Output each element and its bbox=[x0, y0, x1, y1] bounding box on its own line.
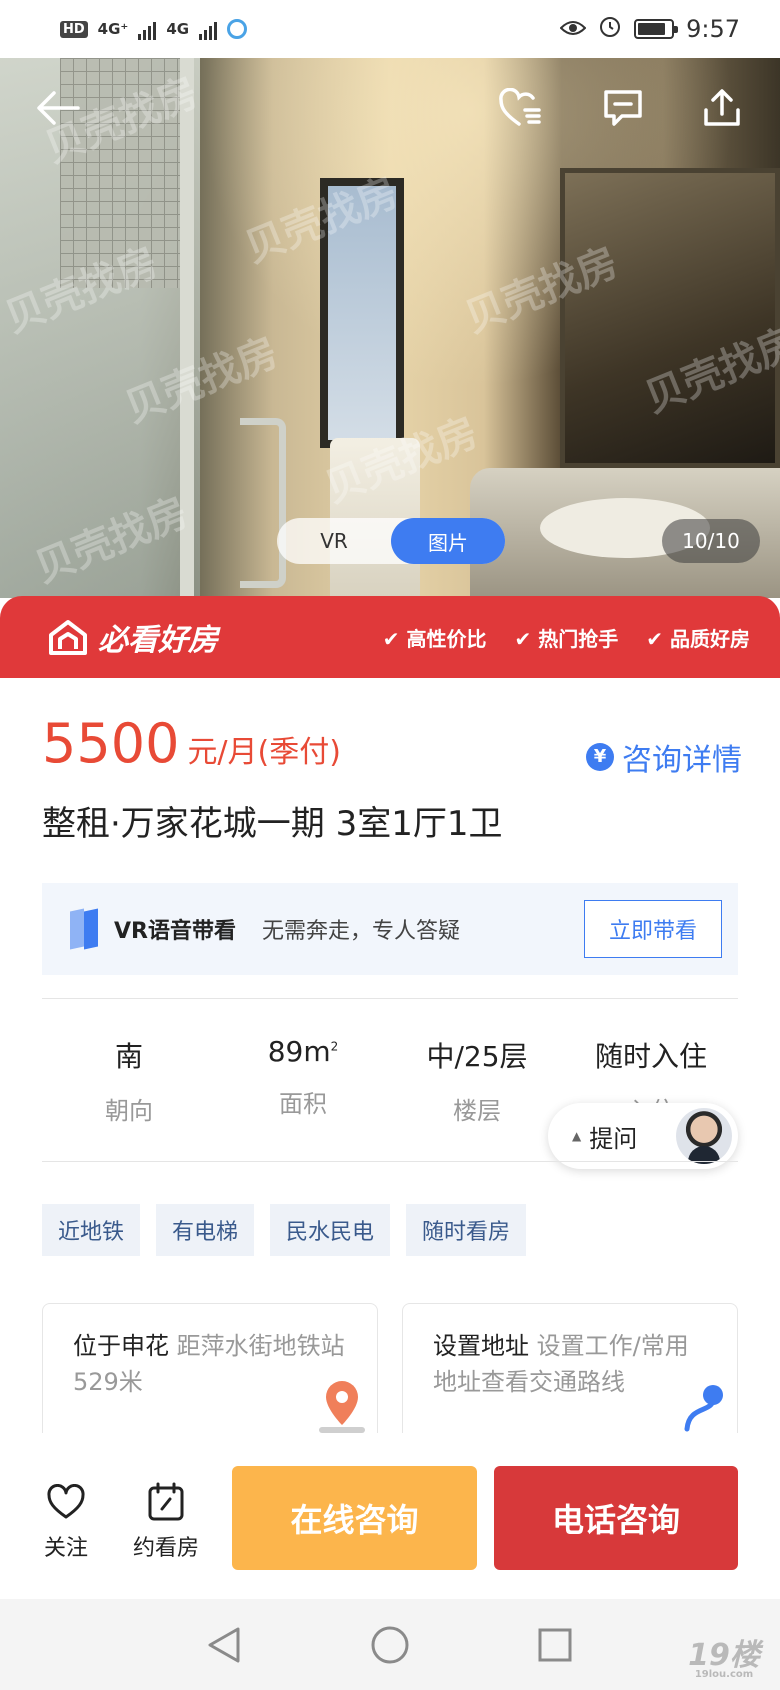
banner-tags: 高性价比 热门抢手 品质好房 bbox=[383, 623, 750, 652]
banner-title: 必看好房 bbox=[48, 615, 218, 659]
fact-label: 楼层 bbox=[453, 1097, 501, 1125]
message-button[interactable] bbox=[593, 78, 653, 138]
fact-value: 南 bbox=[114, 1040, 143, 1073]
yen-icon: ¥ bbox=[586, 742, 614, 771]
map-pin-icon bbox=[319, 1381, 365, 1433]
commute-address-card[interactable]: 设置地址 设置工作/常用地址查看交通路线 bbox=[402, 1303, 738, 1433]
divider bbox=[42, 1161, 738, 1162]
alarm-icon bbox=[598, 14, 622, 44]
signal-icon bbox=[138, 18, 157, 40]
price-unit: 元/月(季付) bbox=[187, 735, 341, 770]
start-vr-tour-button[interactable]: 立即带看 bbox=[584, 900, 722, 958]
online-consult-button[interactable]: 在线咨询 bbox=[232, 1466, 477, 1570]
browser-app-icon bbox=[227, 19, 248, 39]
divider bbox=[42, 998, 738, 999]
eye-icon bbox=[559, 15, 587, 43]
banner-title-text: 必看好房 bbox=[98, 623, 218, 658]
phone-consult-button[interactable]: 电话咨询 bbox=[494, 1466, 738, 1570]
network-4g-plus: 4G⁺ bbox=[97, 20, 129, 38]
follow-label: 关注 bbox=[43, 1536, 88, 1561]
listing-title: 整租·万家花城一期 3室1厅1卫 bbox=[42, 804, 503, 844]
circle-home-icon bbox=[371, 1626, 409, 1664]
favorite-list-button[interactable] bbox=[490, 78, 550, 138]
location-card[interactable]: 位于申花 距萍水街地铁站529米 bbox=[42, 1303, 378, 1433]
banner-tag: 品质好房 bbox=[646, 623, 750, 652]
calendar-icon bbox=[121, 1480, 211, 1524]
door-handle bbox=[240, 418, 286, 588]
route-icon bbox=[684, 1385, 723, 1432]
triangle-back-icon bbox=[208, 1627, 240, 1663]
fact-label: 朝向 bbox=[105, 1097, 153, 1125]
banner-tag: 热门抢手 bbox=[515, 623, 618, 652]
location-area: 位于申花 bbox=[73, 1332, 169, 1360]
site-watermark-main: 19楼 bbox=[688, 1638, 760, 1673]
caret-up-icon: ▲ bbox=[572, 1129, 582, 1143]
battery-icon bbox=[634, 19, 679, 39]
hd-badge: HD bbox=[60, 20, 88, 38]
feature-tag: 有电梯 bbox=[156, 1204, 255, 1256]
tab-photos[interactable]: 图片 bbox=[391, 518, 505, 564]
feature-tag: 民水民电 bbox=[270, 1204, 391, 1256]
vr-logo-icon bbox=[70, 908, 102, 950]
share-button[interactable] bbox=[692, 78, 752, 138]
feature-tags: 近地铁 有电梯 民水民电 随时看房 bbox=[42, 1204, 527, 1256]
system-nav-bar: 19楼 19lou.com bbox=[0, 1599, 780, 1690]
heart-list-icon bbox=[499, 88, 541, 126]
mirror bbox=[560, 168, 780, 468]
fact-orientation: 南 朝向 bbox=[42, 1035, 216, 1126]
site-watermark-sub: 19lou.com bbox=[694, 1669, 754, 1680]
nav-recents-button[interactable] bbox=[531, 1621, 579, 1669]
square-recents-icon bbox=[538, 1628, 572, 1662]
fact-label: 面积 bbox=[279, 1090, 327, 1118]
consult-details-label: 咨询详情 bbox=[622, 742, 742, 778]
signal-icon-2 bbox=[199, 18, 218, 40]
message-icon bbox=[604, 90, 642, 126]
tab-vr[interactable]: VR bbox=[277, 518, 391, 564]
rent-price: 5500 bbox=[42, 712, 180, 775]
nav-home-button[interactable] bbox=[366, 1621, 414, 1669]
fact-value: 随时入住 bbox=[594, 1040, 707, 1073]
listing-photo[interactable]: 贝壳找房 贝壳找房 贝壳找房 贝壳找房 贝壳找房 贝壳找房 贝壳找房 贝壳找房 … bbox=[0, 58, 780, 598]
house-logo-icon bbox=[49, 620, 87, 655]
schedule-viewing-button[interactable]: 约看房 bbox=[121, 1480, 211, 1562]
area-value: 89m bbox=[267, 1035, 331, 1068]
ask-agent-button[interactable]: ▲ 提问 bbox=[548, 1103, 738, 1169]
schedule-label: 约看房 bbox=[132, 1536, 199, 1561]
fact-floor: 中/25层 楼层 bbox=[390, 1035, 564, 1126]
fact-value: 89m2 bbox=[216, 1035, 390, 1068]
vr-card-desc: 无需奔走，专人答疑 bbox=[261, 919, 460, 944]
ask-label: 提问 bbox=[589, 1124, 638, 1153]
follow-button[interactable]: 关注 bbox=[21, 1480, 111, 1562]
banner-tag: 高性价比 bbox=[383, 623, 487, 652]
feature-tag: 近地铁 bbox=[42, 1204, 141, 1256]
back-arrow-icon bbox=[37, 91, 80, 125]
vr-card-title: VR语音带看 bbox=[114, 919, 236, 944]
set-address-label: 设置地址 bbox=[433, 1332, 529, 1360]
vr-guided-tour-card[interactable]: VR语音带看 无需奔走，专人答疑 立即带看 bbox=[42, 883, 738, 975]
price-row: 5500 元/月(季付) ¥ 咨询详情 bbox=[42, 712, 742, 779]
heart-icon bbox=[21, 1480, 111, 1524]
status-right: 9:57 bbox=[559, 14, 740, 44]
agent-avatar bbox=[676, 1108, 732, 1164]
back-button[interactable] bbox=[28, 78, 88, 138]
consult-details-link[interactable]: ¥ 咨询详情 bbox=[586, 735, 742, 779]
site-watermark-logo: 19楼 19lou.com bbox=[684, 1641, 764, 1682]
media-type-toggle[interactable]: VR 图片 bbox=[277, 518, 505, 564]
status-bar: HD 4G⁺ 4G 9:57 bbox=[0, 0, 780, 58]
nav-back-button[interactable] bbox=[200, 1621, 248, 1669]
area-unit-sup: 2 bbox=[330, 1039, 339, 1054]
share-icon bbox=[704, 89, 740, 126]
photo-counter: 10/10 bbox=[662, 519, 760, 563]
must-see-banner: 必看好房 高性价比 热门抢手 品质好房 bbox=[0, 596, 780, 678]
status-left: HD 4G⁺ 4G bbox=[60, 18, 248, 40]
clock-time: 9:57 bbox=[686, 15, 740, 43]
fact-value: 中/25层 bbox=[426, 1040, 528, 1073]
bottom-action-bar: 关注 约看房 在线咨询 电话咨询 bbox=[0, 1433, 780, 1599]
fact-area: 89m2 面积 bbox=[216, 1035, 390, 1126]
network-4g: 4G bbox=[166, 20, 190, 38]
feature-tag: 随时看房 bbox=[406, 1204, 527, 1256]
